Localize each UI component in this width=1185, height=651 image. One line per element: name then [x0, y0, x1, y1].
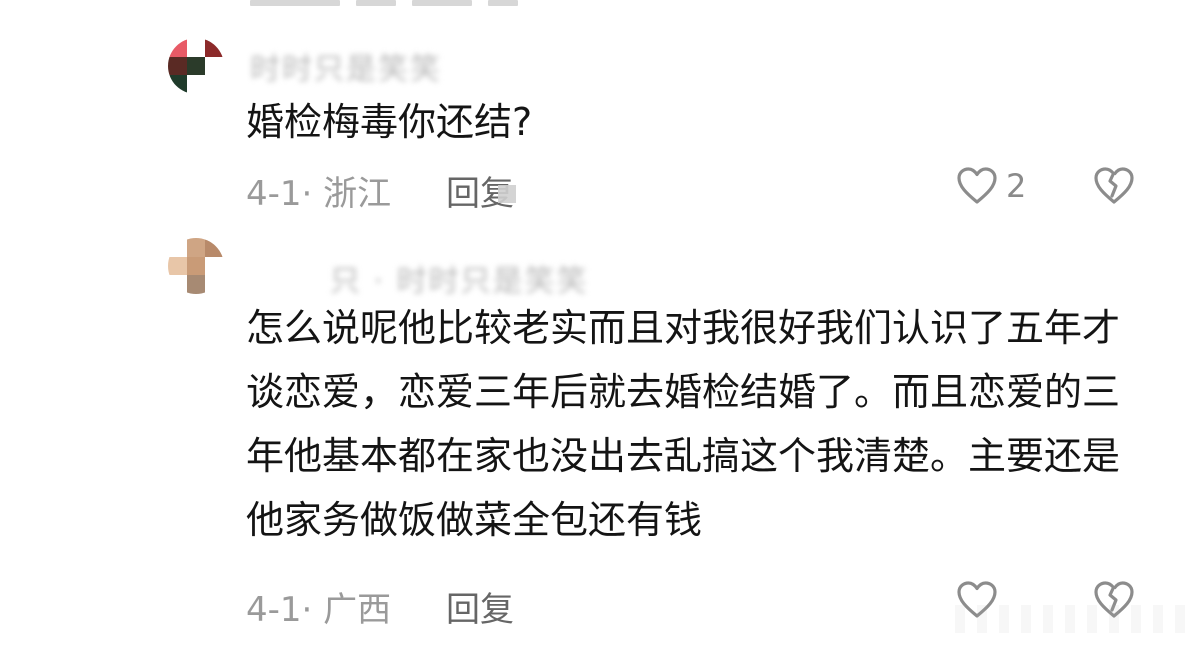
like-count: 2 [1006, 167, 1027, 205]
comment-item: 只 · 时时只是笑笑 怎么说呢他比较老实而且对我很好我们认识了五年才谈恋爱，恋爱… [0, 238, 1185, 638]
reply-button[interactable]: 回复 [446, 582, 514, 631]
watermark [955, 605, 1185, 633]
username[interactable]: 时时只是笑笑 [250, 44, 442, 88]
comment-meta: 4-1· 广西 [246, 590, 392, 630]
dislike-button[interactable] [1092, 166, 1136, 210]
username[interactable]: 只 · 时时只是笑笑 [330, 256, 589, 300]
avatar[interactable] [168, 38, 224, 94]
comment-item: 时时只是笑笑 婚检梅毒你还结? 4-1· 浙江 回复 2 [0, 38, 1185, 228]
pixelation-artifact [498, 185, 516, 203]
comment-meta: 4-1· 浙江 [246, 174, 392, 214]
previous-comment-remnant [250, 0, 550, 6]
comment-text: 怎么说呢他比较老实而且对我很好我们认识了五年才谈恋爱，恋爱三年后就去婚检结婚了。… [246, 306, 1121, 542]
comment-text: 婚检梅毒你还结? [246, 100, 533, 144]
broken-heart-icon [1094, 167, 1134, 204]
like-button[interactable]: 2 [956, 166, 1026, 206]
avatar[interactable] [168, 238, 224, 294]
heart-icon [957, 167, 997, 204]
